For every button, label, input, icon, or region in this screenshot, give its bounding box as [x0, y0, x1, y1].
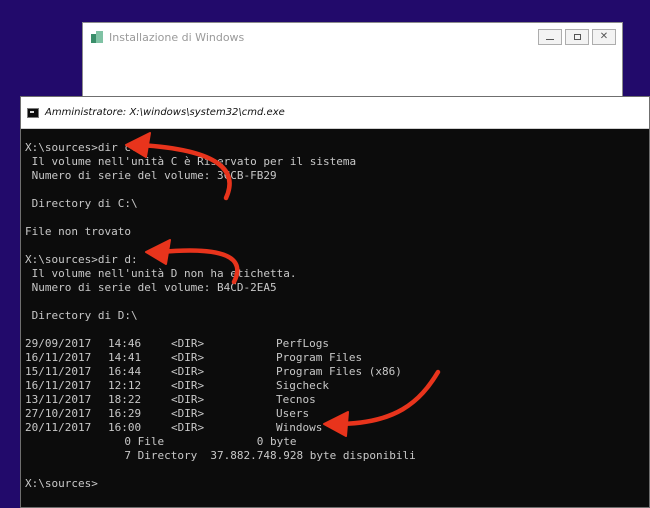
entry-type: <DIR>: [171, 365, 205, 378]
maximize-button[interactable]: [565, 29, 589, 45]
console-line-summary-files: 0 File 0 byte: [25, 435, 297, 448]
console-line-volume-c-serial: Numero di serie del volume: 3CCB-FB29: [25, 169, 277, 182]
entry-time: 16:44: [108, 365, 142, 378]
entry-name: PerfLogs: [276, 337, 329, 350]
entry-type: <DIR>: [171, 379, 205, 392]
entry-name: Program Files: [276, 351, 363, 364]
dir-listing-row: 20/11/2017 16:00 <DIR> Windows: [25, 421, 649, 435]
entry-type: <DIR>: [171, 407, 205, 420]
entry-name: Tecnos: [276, 393, 316, 406]
dir-listing-row: 13/11/2017 18:22 <DIR> Tecnos: [25, 393, 649, 407]
close-icon: ✕: [599, 31, 609, 42]
setup-app-icon: [91, 31, 103, 43]
setup-titlebar[interactable]: Installazione di Windows ✕: [83, 23, 622, 51]
entry-type: <DIR>: [171, 337, 205, 350]
entry-time: 18:22: [108, 393, 142, 406]
entry-date: 13/11/2017: [25, 393, 92, 406]
entry-type: <DIR>: [171, 351, 205, 364]
console-line-summary-directories: 7 Directory 37.882.748.928 byte disponib…: [25, 449, 416, 462]
setup-window-title: Installazione di Windows: [109, 30, 245, 44]
console-line-volume-d-serial: Numero di serie del volume: B4CD-2EA5: [25, 281, 277, 294]
entry-name: Sigcheck: [276, 379, 329, 392]
console-line-prompt-dir-c: X:\sources>dir c:: [25, 141, 138, 154]
cmd-window[interactable]: Amministratore: X:\windows\system32\cmd.…: [20, 96, 650, 508]
entry-date: 20/11/2017: [25, 421, 92, 434]
maximize-icon: [573, 34, 581, 40]
console-line-prompt: X:\sources>: [25, 477, 98, 490]
console-line-volume-c-label: Il volume nell'unità C è Riservato per i…: [25, 155, 357, 168]
dir-listing-row: 29/09/2017 14:46 <DIR> PerfLogs: [25, 337, 649, 351]
entry-date: 16/11/2017: [25, 351, 92, 364]
entry-date: 29/09/2017: [25, 337, 92, 350]
cmd-titlebar[interactable]: Amministratore: X:\windows\system32\cmd.…: [21, 97, 649, 129]
entry-name: Users: [276, 407, 310, 420]
console-line-file-not-found: File non trovato: [25, 225, 131, 238]
dir-listing-row: 27/10/2017 16:29 <DIR> Users: [25, 407, 649, 421]
setup-window-controls: ✕: [538, 29, 616, 45]
dir-listing-row: 16/11/2017 14:41 <DIR> Program Files: [25, 351, 649, 365]
entry-time: 14:41: [108, 351, 142, 364]
console-output[interactable]: X:\sources>dir c: Il volume nell'unità C…: [21, 129, 649, 491]
cmd-window-title: Amministratore: X:\windows\system32\cmd.…: [45, 107, 285, 118]
entry-name: Windows: [276, 421, 323, 434]
console-line-volume-d-label: Il volume nell'unità D non ha etichetta.: [25, 267, 297, 280]
cmd-app-icon: [27, 107, 39, 118]
dir-listing-row: 15/11/2017 16:44 <DIR> Program Files (x86): [25, 365, 649, 379]
entry-date: 27/10/2017: [25, 407, 92, 420]
console-line-directory-c: Directory di C:\: [25, 197, 138, 210]
dir-listing-row: 16/11/2017 12:12 <DIR> Sigcheck: [25, 379, 649, 393]
entry-date: 16/11/2017: [25, 379, 92, 392]
entry-type: <DIR>: [171, 421, 205, 434]
entry-time: 16:00: [108, 421, 142, 434]
entry-time: 16:29: [108, 407, 142, 420]
entry-name: Program Files (x86): [276, 365, 402, 378]
console-line-prompt-dir-d: X:\sources>dir d:: [25, 253, 138, 266]
entry-time: 14:46: [108, 337, 142, 350]
close-button[interactable]: ✕: [592, 29, 616, 45]
console-line-directory-d: Directory di D:\: [25, 309, 138, 322]
minimize-icon: [546, 39, 554, 40]
minimize-button[interactable]: [538, 29, 562, 45]
entry-time: 12:12: [108, 379, 142, 392]
entry-date: 15/11/2017: [25, 365, 92, 378]
entry-type: <DIR>: [171, 393, 205, 406]
